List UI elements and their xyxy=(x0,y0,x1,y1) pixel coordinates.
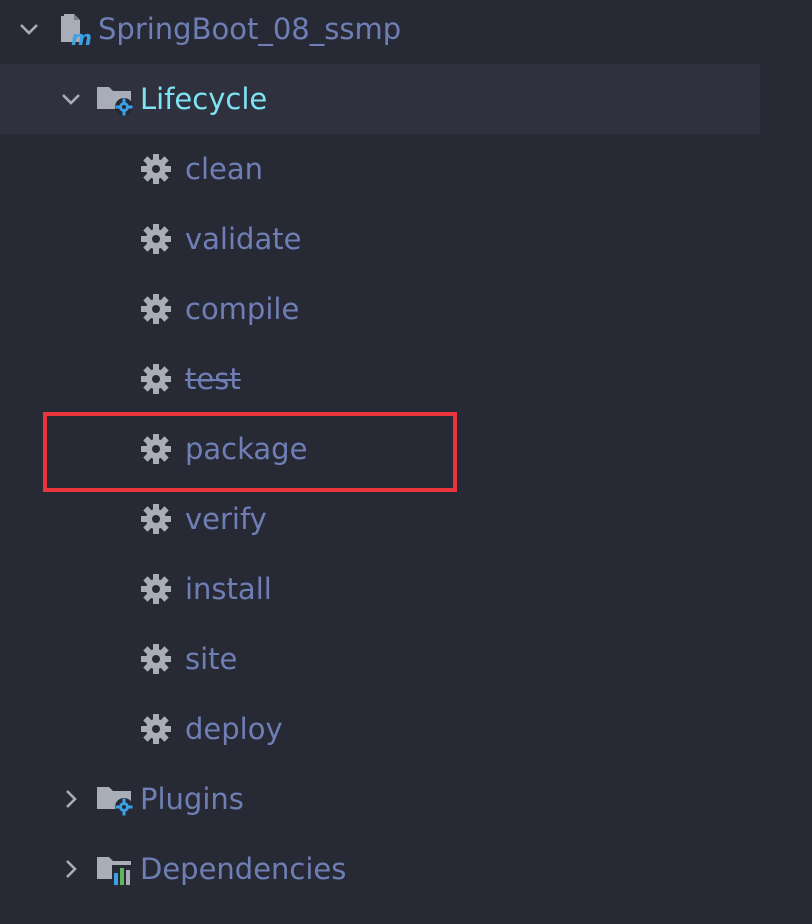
tree-label-project: SpringBoot_08_ssmp xyxy=(98,11,402,46)
goal-label: verify xyxy=(185,501,267,536)
goal-label: install xyxy=(185,571,272,606)
tree-row-goal-clean[interactable]: clean xyxy=(0,134,760,204)
tree-row-goal-deploy[interactable]: deploy xyxy=(0,694,760,764)
gear-icon xyxy=(140,293,172,325)
gear-icon xyxy=(140,503,172,535)
tree-label-dependencies: Dependencies xyxy=(140,851,347,886)
gear-icon xyxy=(140,573,172,605)
chevron-right-icon[interactable] xyxy=(58,786,84,812)
tree-row-project[interactable]: m SpringBoot_08_ssmp xyxy=(0,0,760,64)
goal-label: deploy xyxy=(185,711,283,746)
folder-library-icon xyxy=(96,851,136,887)
tree-label-plugins: Plugins xyxy=(140,781,244,816)
goal-label: compile xyxy=(185,291,300,326)
partial-tree-icon xyxy=(60,912,80,924)
tree-label-lifecycle: Lifecycle xyxy=(140,81,268,116)
gear-icon xyxy=(140,713,172,745)
chevron-right-icon[interactable] xyxy=(58,856,84,882)
chevron-down-icon[interactable] xyxy=(16,16,42,42)
svg-text:m: m xyxy=(71,26,92,48)
tree-row-goal-compile[interactable]: compile xyxy=(0,274,760,344)
folder-gear-icon xyxy=(96,781,136,817)
gear-icon xyxy=(140,643,172,675)
tree-row-goal-verify[interactable]: verify xyxy=(0,484,760,554)
tree-row-lifecycle[interactable]: Lifecycle xyxy=(0,64,760,134)
goal-label: site xyxy=(185,641,238,676)
goal-label: test xyxy=(185,361,241,396)
tree-row-goal-package[interactable]: package xyxy=(0,414,760,484)
tree-row-dependencies[interactable]: Dependencies xyxy=(0,834,760,904)
goal-label: package xyxy=(185,431,308,466)
tree-row-goal-install[interactable]: install xyxy=(0,554,760,624)
gear-icon xyxy=(140,363,172,395)
gear-icon xyxy=(140,223,172,255)
goal-label: validate xyxy=(185,221,302,256)
goal-label: clean xyxy=(185,151,263,186)
gear-icon xyxy=(140,433,172,465)
gear-icon xyxy=(140,153,172,185)
tree-row-goal-test[interactable]: test xyxy=(0,344,760,414)
tree-row-goal-site[interactable]: site xyxy=(0,624,760,694)
tree-row-goal-validate[interactable]: validate xyxy=(0,204,760,274)
folder-gear-icon xyxy=(96,81,136,117)
maven-project-icon: m xyxy=(58,10,94,48)
tree-row-plugins[interactable]: Plugins xyxy=(0,764,760,834)
chevron-down-icon[interactable] xyxy=(58,86,84,112)
